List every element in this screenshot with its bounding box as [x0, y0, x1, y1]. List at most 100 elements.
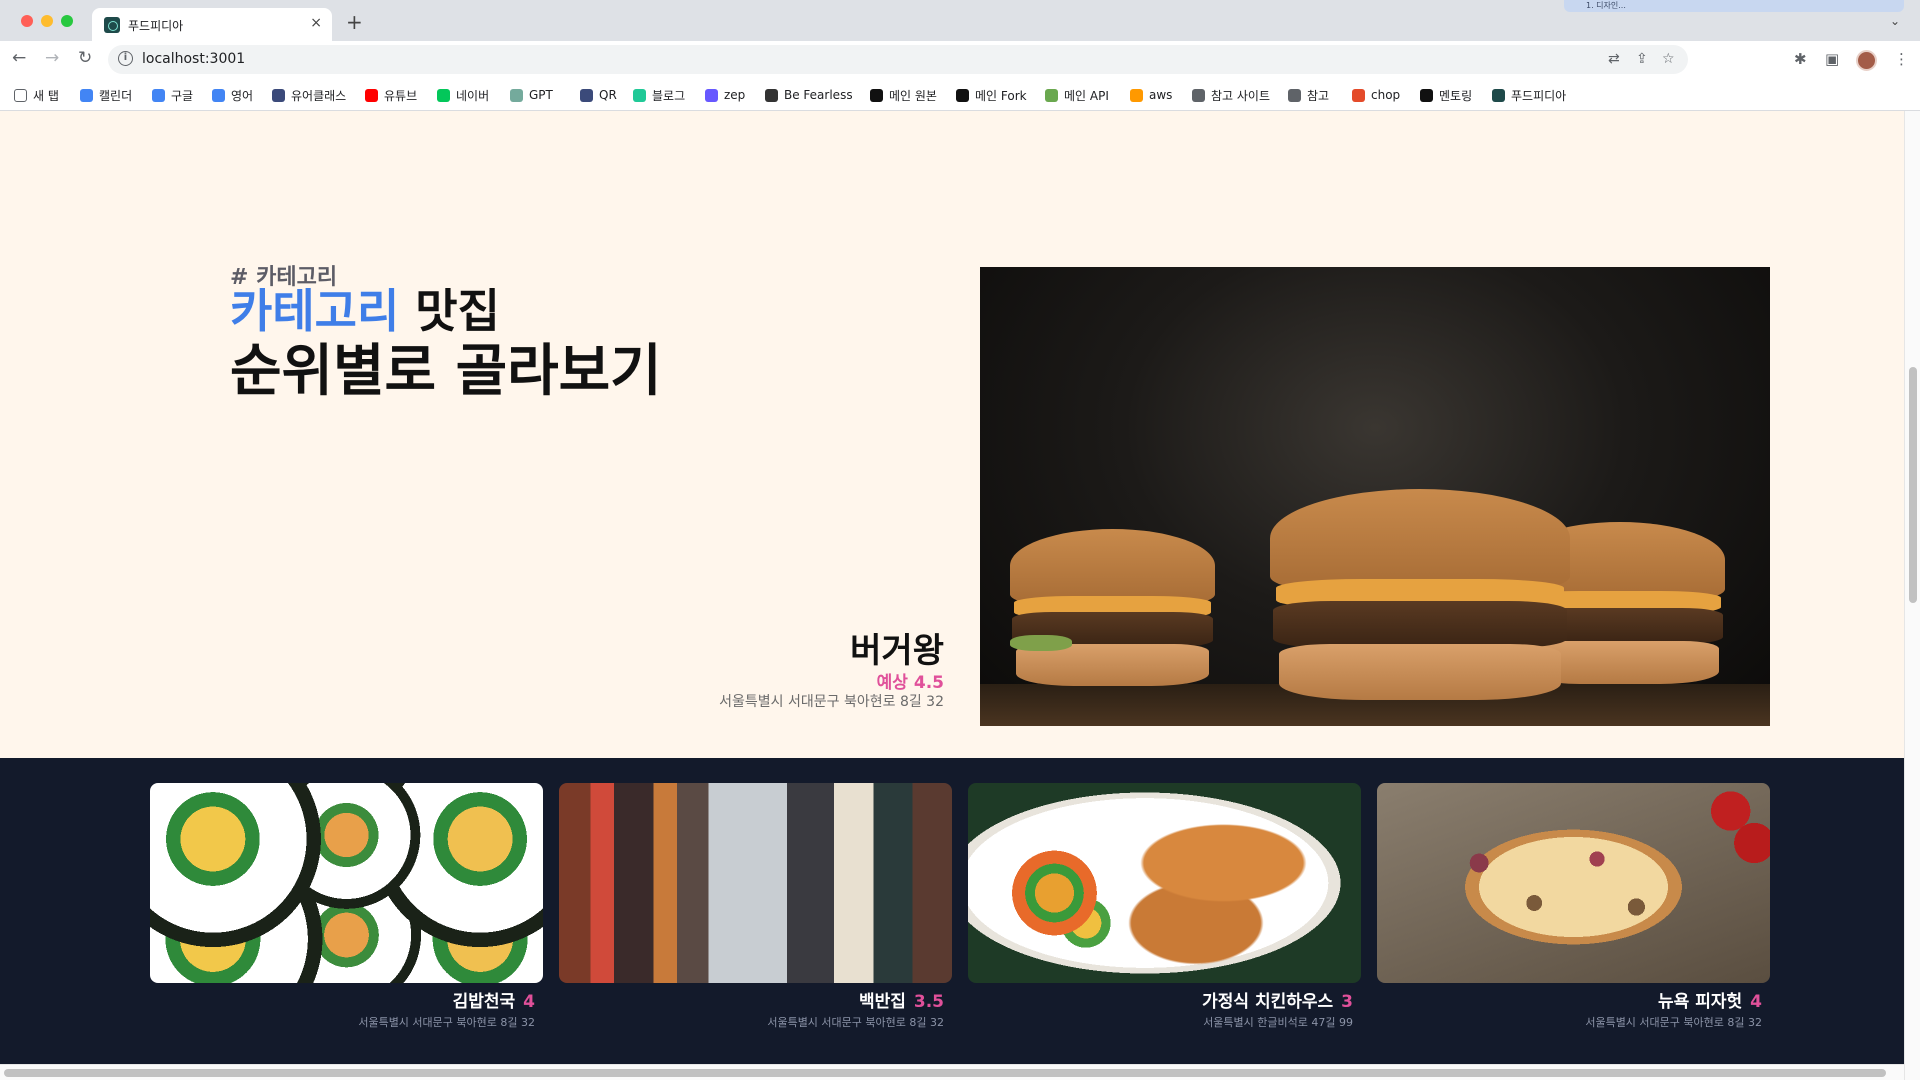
card-name: 뉴욕 피자헛 [1658, 992, 1743, 1012]
address-url[interactable]: localhost:3001 [142, 51, 245, 67]
featured-restaurant-rating: 예상 4.5 [876, 673, 944, 693]
bookmark-item[interactable]: 유어클래스 [272, 87, 346, 103]
card-name: 김밥천국 [452, 992, 516, 1012]
card-name: 가정식 치킨하우스 [1202, 992, 1334, 1012]
pizza-photo[interactable] [1377, 783, 1770, 983]
bookmark-item[interactable]: 영어 [212, 87, 253, 103]
bookmark-item[interactable]: aws [1130, 87, 1172, 103]
bookmark-item[interactable]: Be Fearless [765, 87, 853, 103]
square-outline-icon [14, 88, 27, 102]
bookmark-item[interactable]: 네이버 [437, 87, 489, 103]
burger-center [1270, 489, 1570, 704]
bookmark-label: chop [1371, 88, 1401, 102]
bookmark-item[interactable]: 블로그 [633, 87, 685, 103]
card-meta: 가정식 치킨하우스 3 서울특별시 한글비석로 47길 99 [1202, 987, 1353, 1030]
bookmark-label: QR [599, 88, 617, 102]
youtube-icon [365, 88, 378, 102]
bookmark-label: 메인 Fork [975, 88, 1027, 103]
bookmark-label: 멘토링 [1439, 88, 1473, 103]
bookmark-item[interactable]: 메인 Fork [956, 87, 1027, 103]
bookmark-label: 블로그 [652, 88, 686, 103]
github-icon [870, 88, 883, 102]
hero-title-rest: 맛집 [399, 284, 500, 338]
bookmark-label: 참고 사이트 [1211, 88, 1271, 103]
restaurant-card[interactable]: 백반집 3.5 서울특별시 서대문구 북아현로 8길 32 [559, 783, 952, 1029]
vertical-scrollbar[interactable] [1904, 111, 1920, 1080]
bookmark-label: 메인 API [1064, 88, 1109, 103]
restaurant-card[interactable]: 뉴욕 피자헛 4 서울특별시 서대문구 북아현로 8길 32 [1377, 783, 1770, 1029]
more-menu-icon[interactable]: ⋮ [1894, 50, 1909, 68]
new-tab-button[interactable]: + [346, 12, 363, 32]
maximize-window-button[interactable] [61, 15, 73, 27]
horizontal-scrollbar[interactable] [0, 1064, 1904, 1080]
dragged-tab-preview: 1. 디자인... [1564, 0, 1904, 12]
profile-avatar[interactable] [1856, 50, 1877, 71]
bookmark-item[interactable]: 푸드피디아 [1492, 87, 1566, 103]
hero-title-line2: 순위별로 골라보기 [230, 339, 662, 404]
vertical-scrollbar-thumb[interactable] [1909, 367, 1917, 603]
card-meta: 김밥천국 4 서울특별시 서대문구 북아현로 8길 32 [358, 987, 535, 1030]
bookmark-item[interactable]: 참고 사이트 [1192, 87, 1270, 103]
apple-icon [1352, 88, 1365, 102]
active-tab[interactable]: 푸드피디아 × [92, 8, 332, 41]
tab-close-icon[interactable]: × [310, 15, 322, 31]
openai-icon [510, 88, 523, 102]
page-content: # 카테고리 카테고리 맛집 순위별로 골라보기 버거왕 예상 4.5 서울특별… [0, 111, 1920, 1080]
bookmark-item[interactable]: zep [705, 87, 745, 103]
street-photo[interactable] [559, 783, 952, 983]
bookmark-item[interactable]: 구글 [152, 87, 193, 103]
foodpedia-favicon-icon [104, 17, 120, 33]
chevron-down-icon[interactable]: ⌄ [1890, 14, 1900, 28]
address-bar[interactable]: i localhost:3001 ⇄ ⇪ ☆ [108, 45, 1688, 74]
bookmark-label: 유어클래스 [291, 88, 347, 103]
featured-restaurant-address: 서울특별시 서대문구 북아현로 8길 32 [719, 694, 944, 710]
bookmark-label: 구글 [171, 88, 194, 103]
bookmark-item[interactable]: chop [1352, 87, 1400, 103]
reload-icon[interactable]: ↻ [78, 48, 92, 68]
translate-icon[interactable]: ⇄ [1608, 51, 1620, 67]
share-icon[interactable]: ⇪ [1636, 51, 1648, 67]
qr-icon [580, 88, 593, 102]
tab-title: 푸드피디아 [128, 19, 184, 33]
card-address: 서울특별시 한글비석로 47길 99 [1203, 1016, 1353, 1029]
forward-arrow-icon[interactable]: → [45, 48, 59, 68]
bookmark-item[interactable]: QR [580, 87, 617, 103]
chicken-photo[interactable] [968, 783, 1361, 983]
back-arrow-icon[interactable]: ← [12, 48, 26, 68]
github-icon [956, 88, 969, 102]
bookmark-star-icon[interactable]: ☆ [1662, 51, 1675, 67]
extensions-puzzle-icon[interactable]: ✱ [1794, 50, 1807, 68]
restaurant-card[interactable]: 가정식 치킨하우스 3 서울특별시 한글비석로 47길 99 [968, 783, 1361, 1029]
featured-burger-image[interactable] [980, 267, 1770, 726]
google-icon [152, 88, 165, 102]
folder-icon [1192, 88, 1205, 102]
bookmark-item[interactable]: 유튜브 [365, 87, 417, 103]
zep-icon [705, 88, 718, 102]
bookmark-item[interactable]: GPT [510, 87, 553, 103]
bookmark-item[interactable]: 캘린더 [80, 87, 132, 103]
browser-tab-bar: 푸드피디아 × + 1. 디자인... ⌄ [0, 0, 1920, 41]
horizontal-scrollbar-thumb[interactable] [4, 1069, 1886, 1077]
bookmarks-bar: 새 탭 캘린더 구글 영어 유어클래스 유튜브 네이버 GPT QR 블로그 zep Be Fearl… [0, 78, 1920, 111]
bookmark-item[interactable]: 메인 원본 [870, 87, 937, 103]
hero-title-accent: 카테고리 [230, 284, 400, 338]
featured-restaurant-name[interactable]: 버거왕 [850, 623, 944, 672]
restaurant-card[interactable]: 김밥천국 4 서울특별시 서대문구 북아현로 8길 32 [150, 783, 543, 1029]
card-rating: 4 [1750, 992, 1762, 1012]
bookmark-item[interactable]: 멘토링 [1420, 87, 1472, 103]
bookmark-label: 푸드피디아 [1511, 88, 1567, 103]
bookmark-item[interactable]: 메인 API [1045, 87, 1109, 103]
kimbap-photo[interactable] [150, 783, 543, 983]
calendar-icon [80, 88, 93, 102]
bookmark-label: aws [1149, 88, 1173, 102]
card-name: 백반집 [858, 992, 906, 1012]
card-address: 서울특별시 서대문구 북아현로 8길 32 [767, 1016, 944, 1029]
close-window-button[interactable] [21, 15, 33, 27]
side-panel-icon[interactable]: ▣ [1825, 50, 1839, 68]
bookmark-item[interactable]: 새 탭 [14, 87, 59, 103]
bookmark-item[interactable]: 참고 [1288, 87, 1329, 103]
restaurant-cards-band: 김밥천국 4 서울특별시 서대문구 북아현로 8길 32 백반집 3.5 서울특별시… [0, 758, 1904, 1068]
minimize-window-button[interactable] [41, 15, 53, 27]
site-info-icon[interactable]: i [118, 51, 133, 66]
naver-icon [437, 88, 450, 102]
